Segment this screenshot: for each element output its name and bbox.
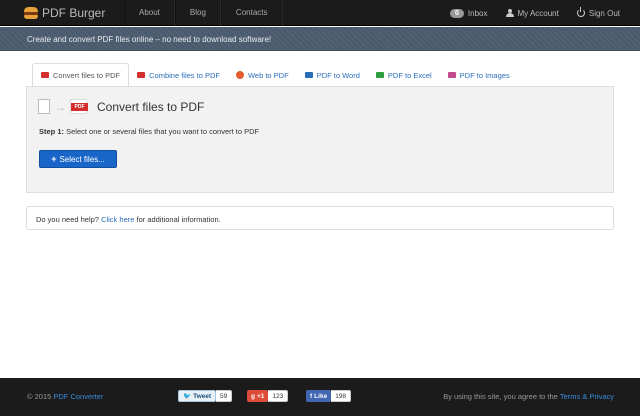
panel-title: Convert files to PDF (97, 99, 205, 114)
tab-label: Convert files to PDF (53, 70, 121, 80)
word-icon (304, 72, 313, 78)
step-label: Step 1: (39, 127, 65, 136)
arrow-right-icon: → (54, 99, 66, 114)
step-text: Select one or several files that you wan… (66, 127, 260, 136)
tagline-banner: Create and convert PDF files online – no… (0, 27, 640, 51)
tab-label: Web to PDF (247, 70, 289, 80)
top-navbar: PDF Burger About Blog Contacts 0 Inbox M… (0, 0, 640, 26)
nav-inbox[interactable]: 0 Inbox (450, 8, 488, 18)
inbox-label: Inbox (467, 8, 488, 18)
tab-convert-to-pdf[interactable]: Convert files to PDF (32, 63, 130, 87)
facebook-like-widget[interactable]: f Like 198 (306, 390, 352, 402)
tab-label: PDF to Word (316, 70, 360, 80)
copyright-text: © 2015 (27, 392, 52, 401)
gplus-button[interactable]: g +1 (247, 390, 269, 402)
select-files-label: Select files... (59, 154, 105, 164)
gplus-icon: g (251, 392, 255, 400)
tagline-text: Create and convert PDF files online – no… (27, 35, 272, 44)
tab-combine-to-pdf[interactable]: Combine files to PDF (129, 63, 228, 87)
tweet-button[interactable]: 🐦 Tweet (178, 390, 217, 402)
nav-blog[interactable]: Blog (174, 0, 221, 26)
account-label: My Account (517, 8, 559, 18)
globe-icon (235, 71, 244, 79)
converter-tabs: Convert files to PDF Combine files to PD… (32, 63, 518, 87)
tweet-count: 59 (216, 390, 233, 402)
tweet-widget[interactable]: 🐦 Tweet 59 (178, 390, 233, 402)
gplus-widget[interactable]: g +1 123 (247, 390, 289, 402)
select-files-button[interactable]: + Select files... (39, 150, 117, 168)
tab-pdf-to-word[interactable]: PDF to Word (297, 63, 368, 87)
terms-link[interactable]: Terms & Privacy (560, 392, 614, 401)
tab-pdf-to-excel[interactable]: PDF to Excel (368, 63, 440, 87)
user-nav: 0 Inbox My Account Sign Out (450, 0, 620, 26)
pdf-file-icon: PDF (70, 99, 88, 114)
footer: © 2015 PDF Converter 🐦 Tweet 59 g +1 123… (0, 378, 640, 416)
nav-sign-out[interactable]: Sign Out (576, 7, 620, 18)
twitter-icon: 🐦 (183, 393, 192, 400)
excel-icon (375, 72, 384, 78)
facebook-icon: f (310, 392, 313, 400)
like-label: Like (314, 392, 328, 400)
footer-terms: By using this site, you agree to the Ter… (443, 392, 614, 401)
help-box: Do you need help? Click here for additio… (26, 206, 614, 230)
terms-prefix: By using this site, you agree to the (443, 392, 558, 401)
burger-icon (24, 7, 38, 19)
pdf-icon (41, 72, 49, 78)
inbox-count-badge: 0 (450, 8, 464, 18)
main-nav: About Blog Contacts (124, 0, 283, 26)
conversion-flow: → PDF Convert files to PDF (38, 99, 204, 114)
tab-pdf-to-images[interactable]: PDF to Images (440, 63, 518, 87)
nav-about[interactable]: About (124, 0, 175, 26)
help-suffix: for additional information. (136, 215, 221, 224)
tab-label: PDF to Excel (387, 70, 432, 80)
user-icon (505, 9, 514, 17)
gplus-count: 123 (268, 390, 289, 402)
tab-label: PDF to Images (459, 70, 510, 80)
brand-logo[interactable]: PDF Burger (24, 5, 105, 21)
step-instruction: Step 1: Select one or several files that… (39, 127, 259, 136)
power-icon (576, 7, 585, 17)
help-prefix: Do you need help? (36, 215, 99, 224)
document-icon (38, 99, 50, 114)
tab-label: Combine files to PDF (149, 70, 220, 80)
combine-icon (137, 72, 146, 78)
gplus-label: +1 (256, 392, 265, 400)
image-icon (447, 72, 456, 78)
nav-contacts[interactable]: Contacts (220, 0, 283, 26)
like-count: 198 (331, 390, 352, 402)
help-text: Do you need help? Click here for additio… (36, 215, 221, 224)
nav-my-account[interactable]: My Account (505, 8, 559, 18)
convert-panel: → PDF Convert files to PDF Step 1: Selec… (26, 87, 614, 193)
tweet-label: Tweet (193, 392, 212, 400)
plus-icon: + (51, 154, 57, 164)
footer-copyright: © 2015 PDF Converter (27, 392, 103, 401)
signout-label: Sign Out (588, 8, 620, 18)
tab-web-to-pdf[interactable]: Web to PDF (228, 63, 297, 87)
facebook-like-button[interactable]: f Like (306, 390, 332, 402)
help-link[interactable]: Click here (101, 215, 134, 224)
pdf-badge: PDF (71, 103, 88, 111)
pdf-converter-link[interactable]: PDF Converter (53, 392, 103, 401)
brand-name: PDF Burger (42, 6, 106, 20)
